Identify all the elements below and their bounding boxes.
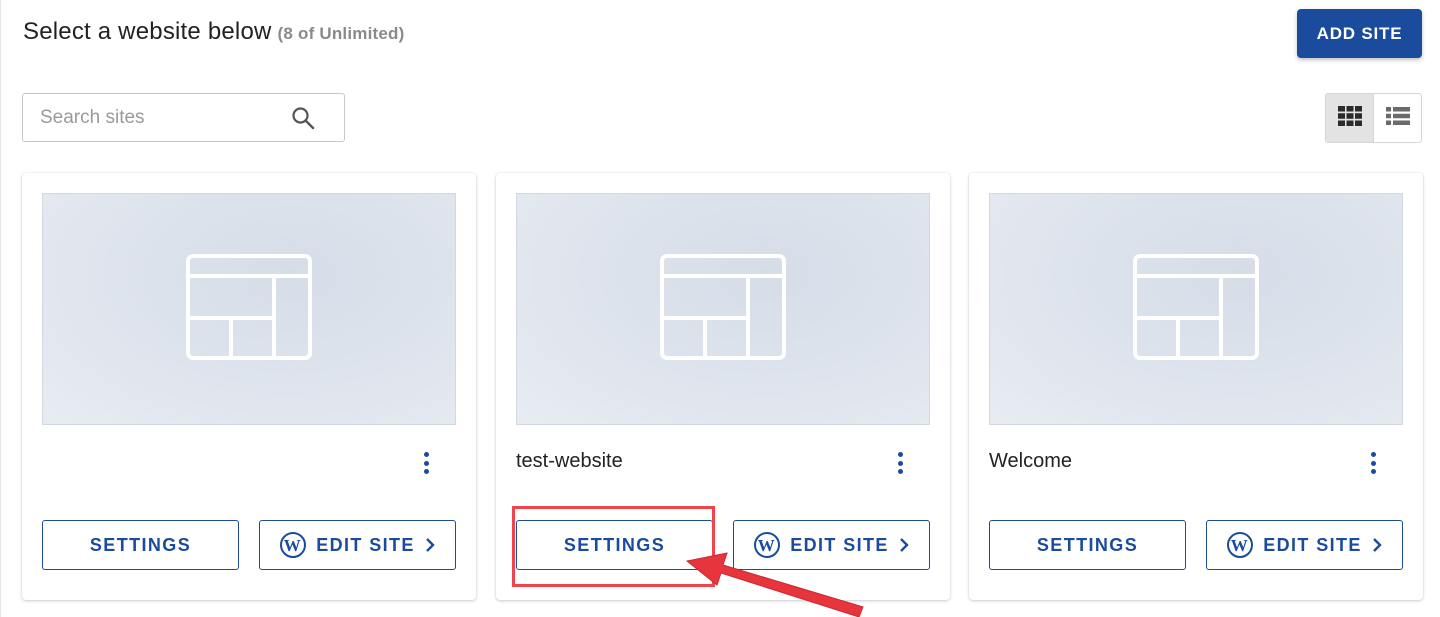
- chevron-right-icon: [1372, 538, 1382, 552]
- layout-placeholder-icon: [660, 253, 786, 365]
- search-input[interactable]: [23, 106, 283, 129]
- site-thumbnail[interactable]: [989, 193, 1403, 425]
- site-name: test-website: [516, 450, 623, 472]
- more-options-icon[interactable]: [416, 450, 436, 476]
- more-options-icon[interactable]: [890, 450, 910, 476]
- wordpress-icon: W: [280, 532, 307, 558]
- edit-site-button[interactable]: W EDIT SITE: [1206, 520, 1403, 570]
- chevron-right-icon: [899, 538, 909, 552]
- layout-placeholder-icon: [186, 253, 312, 365]
- search-icon[interactable]: [291, 106, 315, 130]
- site-name: Welcome: [989, 450, 1072, 472]
- edit-site-label: EDIT SITE: [316, 534, 415, 555]
- svg-text:W: W: [1231, 536, 1249, 555]
- settings-button[interactable]: SETTINGS: [42, 520, 239, 570]
- settings-button[interactable]: SETTINGS: [989, 520, 1186, 570]
- wordpress-icon: W: [1227, 532, 1254, 558]
- site-thumbnail[interactable]: [516, 193, 930, 425]
- site-card: SETTINGS W EDIT SITE: [22, 173, 476, 600]
- search-box: [22, 93, 345, 142]
- site-thumbnail[interactable]: [42, 193, 456, 425]
- svg-text:W: W: [284, 536, 302, 555]
- list-view-button[interactable]: [1374, 94, 1421, 142]
- page-title-text: Select a website below: [23, 18, 272, 45]
- page-title: Select a website below (8 of Unlimited): [23, 18, 404, 46]
- edit-site-label: EDIT SITE: [1263, 534, 1362, 555]
- layout-placeholder-icon: [1133, 253, 1259, 365]
- list-icon: [1385, 106, 1410, 131]
- site-card: Welcome SETTINGS W EDIT SITE: [969, 173, 1423, 600]
- site-count: (8 of Unlimited): [277, 24, 405, 43]
- grid-view-button[interactable]: [1326, 94, 1374, 142]
- add-site-button[interactable]: ADD SITE: [1297, 9, 1422, 58]
- more-options-icon[interactable]: [1363, 450, 1383, 476]
- edit-site-button[interactable]: W EDIT SITE: [259, 520, 456, 570]
- grid-icon: [1337, 105, 1362, 131]
- annotation-arrow-icon: [685, 552, 864, 617]
- chevron-right-icon: [425, 538, 435, 552]
- view-toggle: [1325, 93, 1422, 143]
